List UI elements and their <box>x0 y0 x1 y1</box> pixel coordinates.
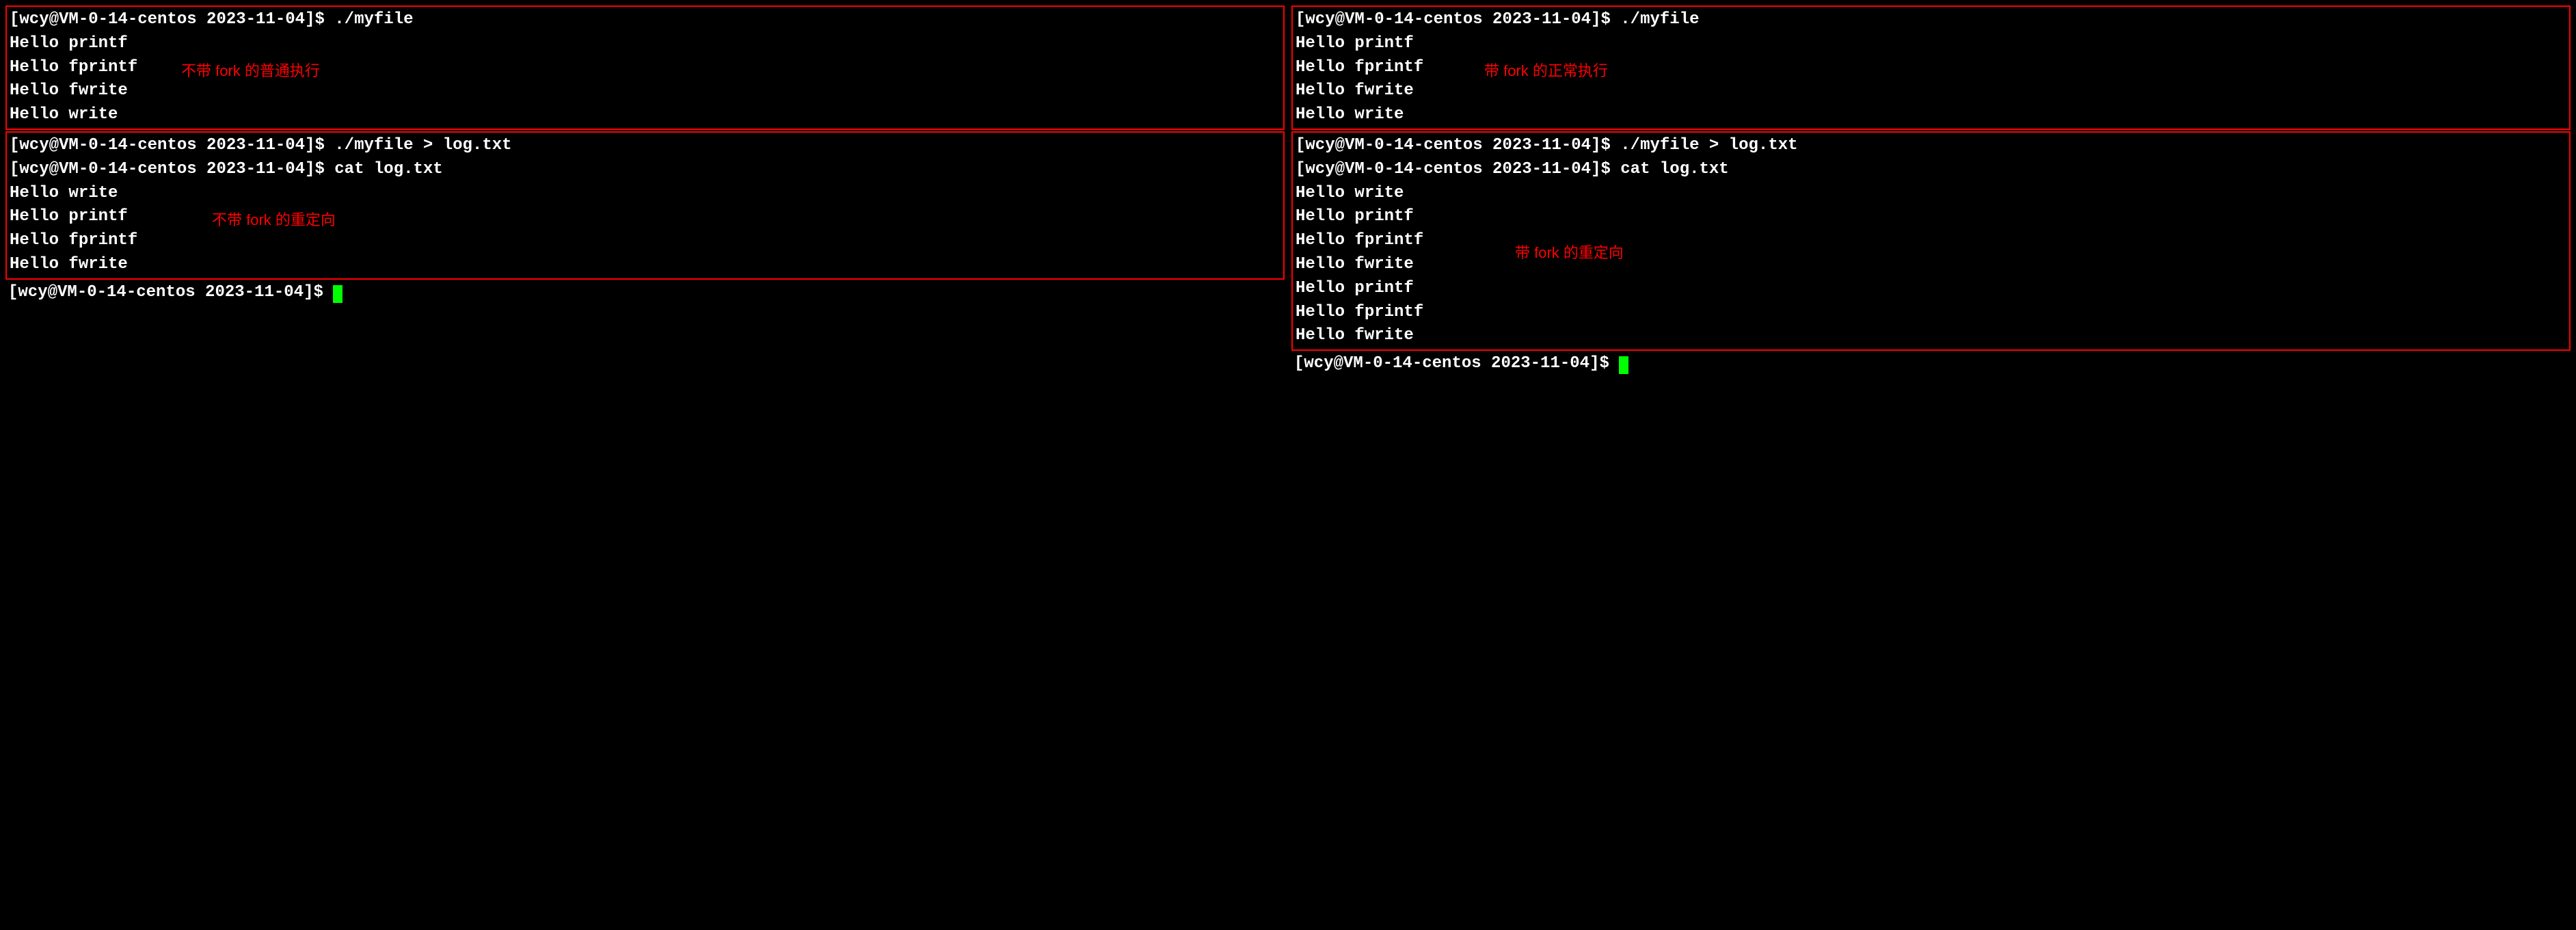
terminal-line: Hello fprintf <box>1296 229 2566 253</box>
terminal-line: Hello write <box>1296 182 2566 206</box>
annotation-no-fork-normal: 不带 fork 的普通执行 <box>181 60 320 82</box>
cursor-icon <box>1619 356 1628 374</box>
terminal-line: Hello write <box>10 182 1280 206</box>
prompt-line-left[interactable]: [wcy@VM-0-14-centos 2023-11-04]$ <box>5 281 1285 305</box>
prompt-line-right[interactable]: [wcy@VM-0-14-centos 2023-11-04]$ <box>1291 352 2571 376</box>
right-box-top: [wcy@VM-0-14-centos 2023-11-04]$ ./myfil… <box>1291 5 2571 130</box>
cursor-icon <box>333 285 343 303</box>
terminal-line: Hello fwrite <box>1296 79 2566 103</box>
terminal-line: [wcy@VM-0-14-centos 2023-11-04]$ ./myfil… <box>10 134 1280 158</box>
right-box-bottom: [wcy@VM-0-14-centos 2023-11-04]$ ./myfil… <box>1291 131 2571 351</box>
terminal-line: [wcy@VM-0-14-centos 2023-11-04]$ cat log… <box>1296 158 2566 182</box>
annotation-with-fork-normal: 带 fork 的正常执行 <box>1484 60 1608 82</box>
terminal-line: Hello fwrite <box>10 79 1280 103</box>
terminal-line: Hello fprintf <box>1296 301 2566 325</box>
annotation-no-fork-redirect: 不带 fork 的重定向 <box>212 209 336 231</box>
left-box-top: [wcy@VM-0-14-centos 2023-11-04]$ ./myfil… <box>5 5 1285 130</box>
left-column: [wcy@VM-0-14-centos 2023-11-04]$ ./myfil… <box>5 5 1285 376</box>
right-column: [wcy@VM-0-14-centos 2023-11-04]$ ./myfil… <box>1291 5 2571 376</box>
terminal-line: Hello write <box>10 103 1280 127</box>
terminal-line: [wcy@VM-0-14-centos 2023-11-04]$ cat log… <box>10 158 1280 182</box>
left-box-bottom: [wcy@VM-0-14-centos 2023-11-04]$ ./myfil… <box>5 131 1285 280</box>
prompt-text: [wcy@VM-0-14-centos 2023-11-04]$ <box>1294 354 1619 373</box>
terminal-line: Hello fprintf <box>10 229 1280 253</box>
terminal-line: [wcy@VM-0-14-centos 2023-11-04]$ ./myfil… <box>1296 134 2566 158</box>
terminal-line: Hello printf <box>10 32 1280 56</box>
terminal-line: [wcy@VM-0-14-centos 2023-11-04]$ ./myfil… <box>10 8 1280 32</box>
annotation-with-fork-redirect: 带 fork 的重定向 <box>1515 242 1624 264</box>
terminal-line: Hello fwrite <box>10 253 1280 277</box>
prompt-text: [wcy@VM-0-14-centos 2023-11-04]$ <box>8 283 333 302</box>
terminal-line: Hello printf <box>1296 32 2566 56</box>
terminal-line: Hello write <box>1296 103 2566 127</box>
terminal-line: Hello printf <box>10 205 1280 229</box>
terminal-line: Hello printf <box>1296 205 2566 229</box>
terminal-line: Hello printf <box>1296 277 2566 301</box>
terminal-line: Hello fwrite <box>1296 253 2566 277</box>
terminal-line: [wcy@VM-0-14-centos 2023-11-04]$ ./myfil… <box>1296 8 2566 32</box>
terminal-line: Hello fwrite <box>1296 324 2566 348</box>
